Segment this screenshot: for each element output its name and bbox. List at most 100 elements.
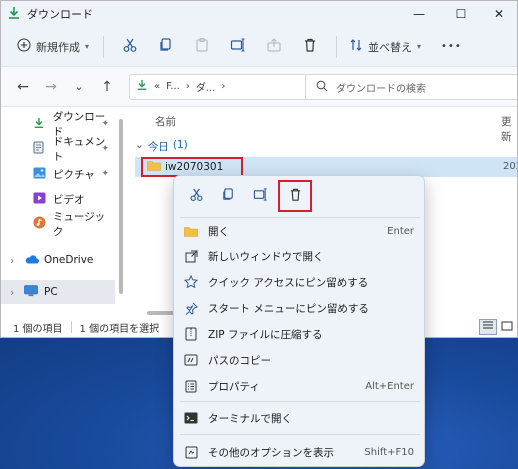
menu-item-label: ZIP ファイルに圧縮する — [208, 328, 323, 341]
search-box[interactable]: ダウンロードの検索 — [305, 74, 517, 100]
menu-item-label: ターミナルで開く — [208, 412, 292, 425]
menu-item-open[interactable]: 開く Enter — [174, 219, 426, 243]
recent-locations-button[interactable]: ⌄ — [65, 73, 93, 101]
close-button[interactable]: ✕ — [479, 1, 517, 27]
group-label: 今日 — [147, 141, 169, 153]
sidebar-item-music[interactable]: ミュージック — [1, 211, 115, 238]
cloud-icon — [24, 254, 40, 267]
scissors-icon — [189, 187, 204, 205]
download-icon — [136, 79, 148, 94]
chevron-right-icon[interactable]: › — [10, 286, 24, 299]
picture-icon — [33, 167, 49, 182]
sidebar-item-onedrive[interactable]: › OneDrive — [1, 248, 115, 272]
sidebar-item-downloads[interactable]: ダウンロード ✦ — [1, 111, 115, 138]
sidebar-item-label: OneDrive — [44, 254, 94, 266]
selection-count: 1 個の項目を選択 — [79, 323, 160, 335]
new-button-label: 新規作成 — [36, 40, 80, 54]
sidebar-item-label: ピクチャ — [53, 168, 95, 181]
document-icon — [33, 141, 49, 157]
more-icon: ••• — [441, 41, 462, 52]
menu-item-shortcut: Alt+Enter — [365, 380, 414, 392]
copy-icon — [221, 187, 236, 205]
menu-divider — [180, 217, 420, 218]
breadcrumb-separator[interactable]: › — [186, 81, 190, 92]
share-icon — [266, 37, 282, 56]
cut-button[interactable] — [112, 33, 148, 61]
details-view-button[interactable] — [479, 319, 497, 335]
sort-button[interactable]: 並べ替え ▾ — [345, 33, 425, 61]
menu-item-open-terminal[interactable]: ターミナルで開く — [174, 406, 426, 430]
menu-item-pin-start[interactable]: スタート メニューにピン留めする — [174, 296, 426, 320]
breadcrumb-overflow[interactable]: « — [154, 81, 160, 92]
menu-item-shortcut: Enter — [387, 225, 414, 237]
toolbar-divider — [336, 35, 338, 58]
sidebar-item-documents[interactable]: ドキュメント ✦ — [1, 136, 115, 163]
paste-button[interactable] — [184, 33, 220, 61]
list-icon — [482, 321, 494, 334]
file-name-label: iw2070301 — [165, 161, 224, 173]
menu-item-label: パスのコピー — [208, 354, 271, 367]
forward-button[interactable]: → — [37, 73, 65, 101]
pin-icon — [174, 302, 208, 315]
rename-button[interactable] — [220, 33, 256, 61]
new-button[interactable]: 新規作成 ▾ — [11, 33, 95, 61]
pin-icon: ✦ — [101, 119, 109, 129]
menu-item-label: クイック アクセスにピン留めする — [208, 276, 369, 289]
monitor-icon — [24, 284, 40, 300]
context-cut-button[interactable] — [180, 181, 212, 211]
menu-item-shortcut: Shift+F10 — [364, 446, 414, 458]
chevron-right-icon[interactable]: › — [10, 254, 24, 267]
delete-button[interactable] — [292, 33, 328, 61]
sidebar-item-pictures[interactable]: ピクチャ ✦ — [1, 162, 115, 186]
rename-icon — [230, 37, 246, 56]
tiles-view-button[interactable] — [498, 319, 516, 335]
menu-divider — [180, 434, 420, 435]
group-count: (1) — [172, 139, 188, 151]
rename-icon — [253, 187, 268, 205]
sidebar-item-label: ミュージック — [52, 211, 106, 238]
command-bar: 新規作成 ▾ 並べ替え ▾ ••• — [1, 27, 517, 67]
share-button[interactable] — [256, 33, 292, 61]
menu-item-show-more-options[interactable]: その他のオプションを表示 Shift+F10 — [174, 440, 426, 464]
column-header-date[interactable]: 更新 — [501, 114, 517, 144]
pin-icon: ✦ — [101, 169, 109, 179]
more-options-icon — [174, 446, 208, 459]
breadcrumb-item[interactable]: F... — [166, 81, 180, 92]
menu-item-pin-quick-access[interactable]: クイック アクセスにピン留めする — [174, 270, 426, 294]
clipboard-icon — [194, 37, 210, 56]
file-item[interactable]: iw2070301 — [141, 157, 243, 177]
menu-item-label: スタート メニューにピン留めする — [208, 302, 369, 315]
menu-item-copy-path[interactable]: パスのコピー — [174, 348, 426, 372]
menu-item-properties[interactable]: プロパティ Alt+Enter — [174, 374, 426, 398]
music-icon — [33, 216, 49, 232]
window-title: ダウンロード — [27, 8, 93, 21]
group-header-today[interactable]: ⌄ 今日 (1) — [135, 139, 188, 154]
scissors-icon — [122, 37, 138, 56]
breadcrumb-item[interactable]: ダ... — [196, 79, 216, 94]
terminal-icon — [174, 412, 208, 424]
status-divider — [70, 321, 72, 333]
trash-icon — [288, 187, 303, 205]
context-copy-button[interactable] — [212, 181, 244, 211]
zip-icon — [174, 327, 208, 341]
breadcrumb-separator[interactable]: › — [221, 81, 225, 92]
back-button[interactable]: ← — [9, 73, 37, 101]
folder-icon — [147, 160, 161, 174]
up-button[interactable]: ↑ — [93, 73, 121, 101]
copy-button[interactable] — [148, 33, 184, 61]
menu-item-open-new-window[interactable]: 新しいウィンドウで開く — [174, 244, 426, 268]
sidebar-item-videos[interactable]: ビデオ — [1, 187, 115, 211]
maximize-button[interactable]: ☐ — [441, 1, 481, 27]
search-icon — [316, 80, 328, 95]
sidebar-item-pc[interactable]: › PC — [1, 280, 115, 304]
column-header-name[interactable]: 名前 — [155, 114, 176, 129]
more-options-button[interactable]: ••• — [441, 33, 462, 61]
context-rename-button[interactable] — [244, 181, 276, 211]
star-icon — [174, 275, 208, 289]
minimize-button[interactable]: — — [399, 1, 439, 27]
sidebar-scrollbar[interactable] — [119, 119, 123, 294]
file-date: 202 — [503, 161, 517, 172]
menu-item-compress-zip[interactable]: ZIP ファイルに圧縮する — [174, 322, 426, 346]
context-delete-button[interactable] — [278, 180, 312, 212]
address-bar[interactable]: « F... › ダ... › — [129, 73, 309, 100]
